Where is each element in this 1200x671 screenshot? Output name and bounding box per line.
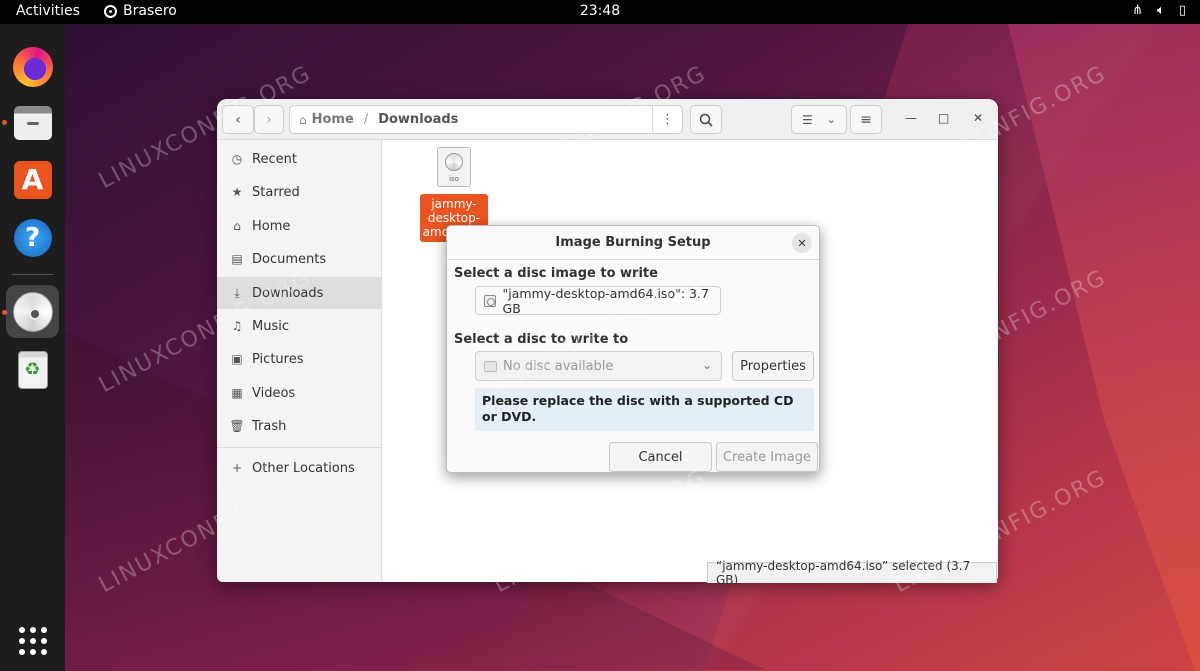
clock-icon: ◷ <box>231 152 243 166</box>
disc-image-selector[interactable]: "jammy-desktop-amd64.iso": 3.7 GB <box>475 285 721 316</box>
chevron-right-icon: › <box>266 111 272 128</box>
view-options-button[interactable]: ☰ ⌄ <box>791 105 847 134</box>
breadcrumb-separator: / <box>363 112 369 127</box>
cancel-button[interactable]: Cancel <box>609 442 712 472</box>
music-icon: ♫ <box>231 319 243 333</box>
show-apps-button[interactable] <box>19 627 47 655</box>
volume-icon: 🔈︎ <box>1157 3 1165 18</box>
breadcrumb-current[interactable]: Downloads <box>378 112 458 127</box>
path-menu-button[interactable]: ⋮ <box>652 106 682 133</box>
picture-icon: ▣ <box>231 352 243 366</box>
sidebar-item-home[interactable]: ⌂ Home <box>217 210 382 242</box>
dock-trash[interactable]: ♻ <box>6 343 59 396</box>
software-store-icon: A <box>13 160 52 199</box>
disc-image-icon <box>484 294 496 307</box>
dock-files[interactable] <box>6 96 59 149</box>
dialog-title: Image Burning Setup <box>555 235 711 250</box>
sidebar-item-label: Pictures <box>252 351 304 367</box>
sidebar-item-recent[interactable]: ◷ Recent <box>217 143 382 175</box>
dock-separator <box>12 274 53 275</box>
dock: A ? ♻ <box>0 24 65 671</box>
minimize-button[interactable]: — <box>905 111 917 125</box>
iso-file-icon: iso <box>437 147 471 187</box>
sidebar: ◷ Recent ★ Starred ⌂ Home ▤ Documents ⤓ … <box>217 140 382 582</box>
disc-select[interactable]: No disc available ⌄ <box>475 351 722 381</box>
create-image-button[interactable]: Create Image <box>716 442 818 472</box>
sidebar-divider <box>217 447 382 448</box>
sidebar-item-label: Other Locations <box>252 460 355 476</box>
sidebar-item-videos[interactable]: ▦ Videos <box>217 377 382 409</box>
disc-icon <box>12 291 53 332</box>
disc-select-value: No disc available <box>503 358 614 374</box>
close-icon: ✕ <box>797 236 807 250</box>
dock-brasero[interactable] <box>6 285 59 338</box>
sidebar-item-label: Starred <box>252 184 300 200</box>
hamburger-icon: ≡ <box>860 111 872 128</box>
dialog-close-button[interactable]: ✕ <box>792 233 812 253</box>
dock-firefox[interactable] <box>6 40 59 93</box>
selection-status: “jammy-desktop-amd64.iso” selected (3.7 … <box>707 559 997 587</box>
disc-section-label: Select a disc to write to <box>454 332 629 347</box>
sidebar-item-label: Trash <box>252 418 287 434</box>
home-icon: ⌂ <box>299 112 307 127</box>
sidebar-item-starred[interactable]: ★ Starred <box>217 176 382 208</box>
disc-image-value: "jammy-desktop-amd64.iso": 3.7 GB <box>502 285 709 316</box>
download-icon: ⤓ <box>234 285 240 300</box>
sidebar-item-label: Home <box>252 218 291 234</box>
video-icon: ▦ <box>231 386 243 400</box>
main-menu-button[interactable]: ≡ <box>850 105 882 134</box>
breadcrumb-home[interactable]: Home <box>312 112 354 127</box>
sidebar-item-label: Downloads <box>252 285 324 301</box>
sidebar-item-label: Documents <box>252 251 327 267</box>
properties-button[interactable]: Properties <box>732 351 814 381</box>
dialog-header-divider <box>447 259 819 260</box>
sidebar-item-trash[interactable]: 🗑︎ Trash <box>217 410 382 442</box>
chevron-down-icon: ⌄ <box>701 358 712 372</box>
chevron-left-icon: ‹ <box>235 111 241 128</box>
path-bar[interactable]: ⌂ Home / Downloads ⋮ <box>289 105 683 134</box>
home-icon: ⌂ <box>233 219 241 233</box>
sidebar-item-downloads[interactable]: ⤓ Downloads <box>217 277 382 309</box>
dock-software[interactable]: A <box>6 153 59 206</box>
search-button[interactable] <box>690 105 722 134</box>
document-icon: ▤ <box>231 252 243 266</box>
firefox-icon <box>12 46 53 87</box>
trash-icon: 🗑︎ <box>229 419 245 433</box>
sidebar-item-music[interactable]: ♫ Music <box>217 310 382 342</box>
chevron-down-icon: ⌄ <box>826 113 836 126</box>
top-bar: Activities Brasero 23:48 ⋔ 🔈︎ ▯ <box>0 0 1200 24</box>
files-icon <box>13 105 52 140</box>
sidebar-item-label: Music <box>252 318 289 334</box>
image-section-label: Select a disc image to write <box>454 266 658 281</box>
list-view-icon: ☰ <box>802 112 813 127</box>
plus-icon: + <box>231 461 243 475</box>
star-icon: ★ <box>231 185 243 199</box>
sidebar-item-pictures[interactable]: ▣ Pictures <box>217 343 382 375</box>
system-tray[interactable]: ⋔ 🔈︎ ▯ <box>1132 3 1186 18</box>
close-button[interactable]: ✕ <box>973 111 983 125</box>
image-burning-dialog: Image Burning Setup ✕ Select a disc imag… <box>446 225 820 473</box>
network-icon: ⋔ <box>1132 3 1144 18</box>
header-bar: ‹ › ⌂ Home / Downloads ⋮ ☰ ⌄ ≡ — □ ✕ <box>217 99 998 140</box>
sidebar-item-documents[interactable]: ▤ Documents <box>217 243 382 275</box>
back-button[interactable]: ‹ <box>222 105 254 134</box>
search-icon <box>699 113 713 127</box>
sidebar-item-label: Recent <box>252 151 297 167</box>
drive-icon <box>484 360 497 372</box>
forward-button[interactable]: › <box>254 105 284 134</box>
sidebar-item-other-locations[interactable]: + Other Locations <box>217 452 382 484</box>
sidebar-item-label: Videos <box>252 385 296 401</box>
clock[interactable]: 23:48 <box>0 3 1200 19</box>
recycle-bin-icon: ♻ <box>17 350 48 389</box>
battery-icon: ▯ <box>1178 3 1186 18</box>
maximize-button[interactable]: □ <box>938 111 949 125</box>
dock-help[interactable]: ? <box>6 211 59 264</box>
help-icon: ? <box>13 218 52 257</box>
info-message: Please replace the disc with a supported… <box>475 388 814 431</box>
